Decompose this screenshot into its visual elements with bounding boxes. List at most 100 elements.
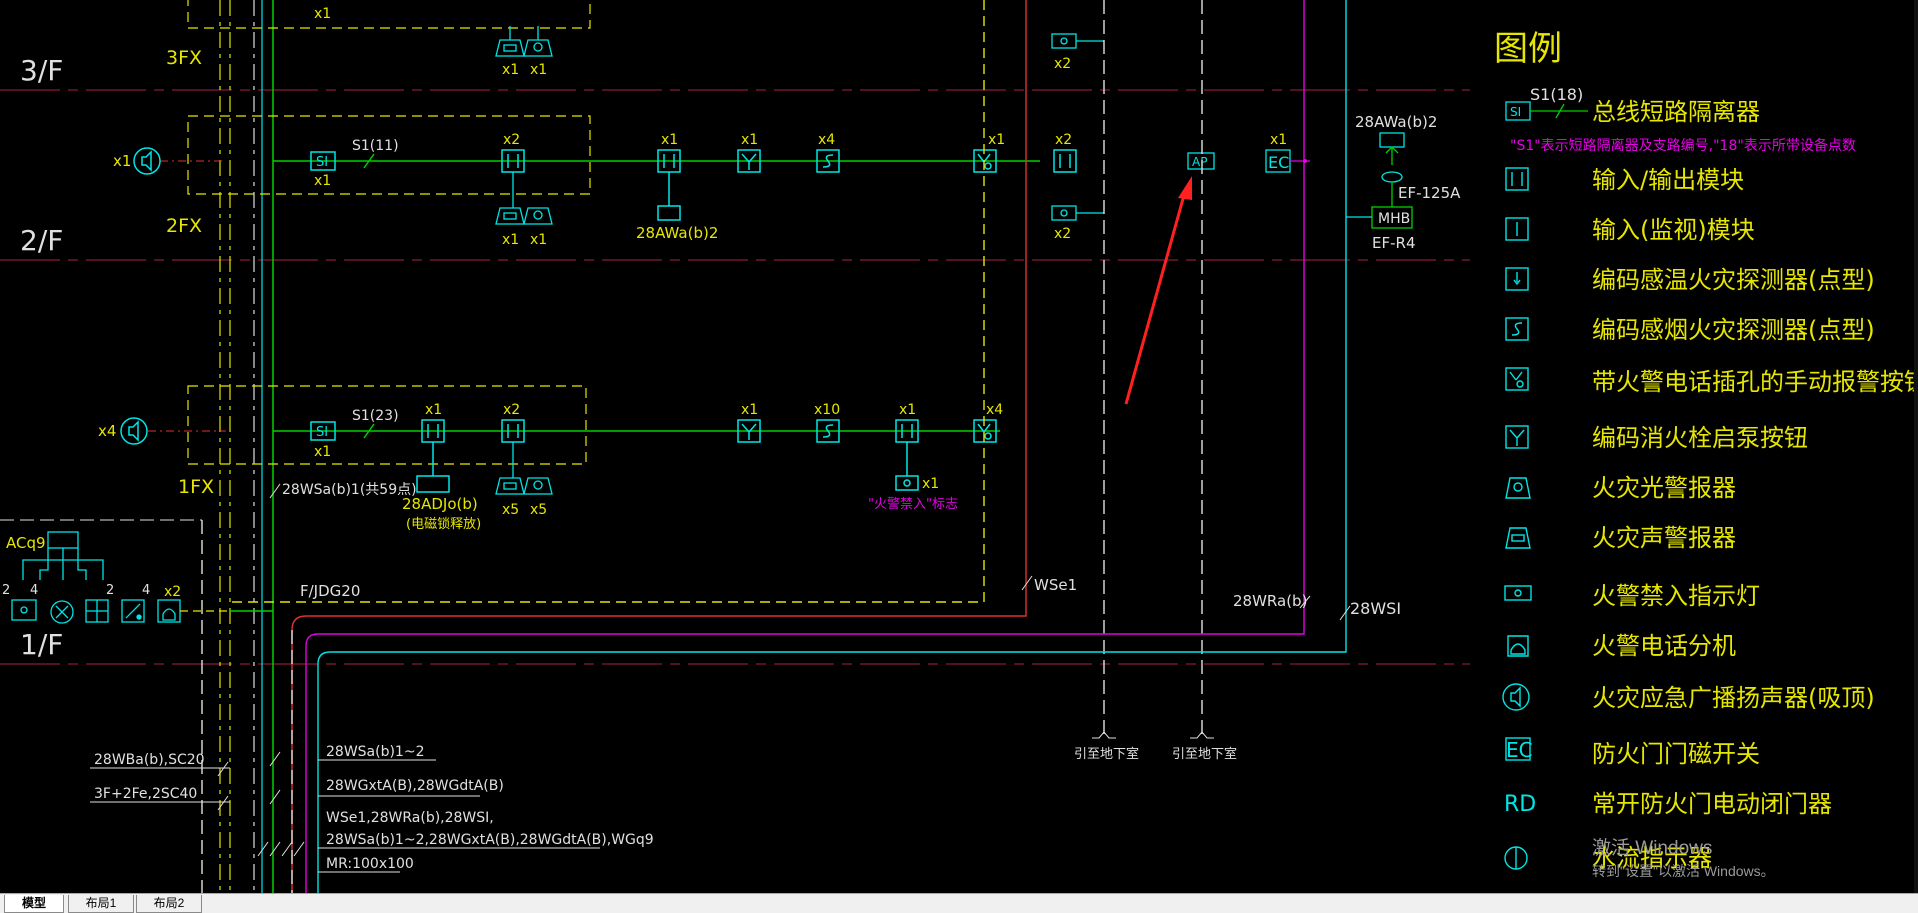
count-label: x1 bbox=[661, 132, 678, 148]
count-label: x2 bbox=[503, 402, 520, 418]
basement-leader-label: 引至地下室 bbox=[1172, 746, 1237, 762]
tab-layout2[interactable]: 布局2 bbox=[136, 895, 202, 913]
count-label: x1 bbox=[502, 232, 519, 248]
layout-tab-bar: 模型 布局1 布局2 bbox=[0, 893, 1918, 913]
floor-label-3f: 3/F bbox=[20, 54, 63, 87]
count-label: x1 bbox=[741, 402, 758, 418]
count-label: x1 bbox=[530, 232, 547, 248]
cable-label: WSe1,28WRa(b),28WSI, bbox=[326, 810, 494, 826]
isolator-label: SI bbox=[316, 155, 328, 170]
fire-alarm-system-drawing[interactable]: 3/F 2/F 1/F 3FX 2FX 1FX x1 x4 x1 x1 x1 S… bbox=[0, 0, 1918, 893]
legend-text: 编码感温火灾探测器(点型) bbox=[1592, 266, 1875, 294]
panel-label-3fx: 3FX bbox=[166, 47, 202, 69]
cable-label: 28WSa(b)1~2,28WGxtA(B),28WGdtA(B),WGq9 bbox=[326, 832, 654, 848]
tab-layout1[interactable]: 布局1 bbox=[68, 895, 134, 913]
speaker-icon bbox=[1502, 683, 1530, 711]
cable-label: 28WBa(b),SC20 bbox=[94, 752, 205, 768]
basement-leader-label: 引至地下室 bbox=[1074, 746, 1139, 762]
count-label: x1 bbox=[314, 6, 331, 22]
count-label: x10 bbox=[814, 402, 840, 418]
activation-watermark: 激活 Windows 转到"设置"以激活 Windows。 bbox=[1592, 838, 1912, 880]
count-label: x1 bbox=[1270, 132, 1287, 148]
legend-ec-symbol: EC bbox=[1506, 738, 1533, 762]
count-label: x5 bbox=[502, 502, 519, 518]
tab-model[interactable]: 模型 bbox=[4, 895, 64, 913]
forbid-light-icon bbox=[1504, 585, 1532, 601]
count-label: x2 bbox=[1055, 132, 1072, 148]
legend-isolator-symbol: SI bbox=[1510, 105, 1521, 119]
door-device-icon[interactable] bbox=[11, 599, 181, 624]
count-label: x1 bbox=[741, 132, 758, 148]
module-label: 28AWa(b)2 bbox=[1355, 113, 1437, 131]
branch-label: S1(23) bbox=[352, 408, 399, 424]
legend-note: "S1"表示短路隔离器及支路编号,"18"表示所带设备点数 bbox=[1510, 137, 1856, 154]
cable-label: 28WSI bbox=[1350, 599, 1401, 618]
watermark-title: 激活 Windows bbox=[1592, 838, 1713, 859]
speaker-icon[interactable] bbox=[133, 147, 161, 175]
alarm-pair-icon[interactable] bbox=[495, 442, 553, 495]
cad-model-space[interactable]: 3/F 2/F 1/F 3FX 2FX 1FX x1 x4 x1 x1 x1 S… bbox=[0, 0, 1918, 913]
cable-label: WSe1 bbox=[1034, 576, 1077, 594]
legend-text: 火警禁入指示灯 bbox=[1592, 582, 1760, 610]
legend-text: 火警电话分机 bbox=[1592, 632, 1736, 660]
efr4-label: EF-R4 bbox=[1372, 234, 1415, 252]
cable-label: 28WSa(b)1~2 bbox=[326, 744, 424, 760]
cable-label: 28WGxtA(B),28WGdtA(B) bbox=[326, 778, 504, 794]
legend-text: 编码消火栓启泵按钮 bbox=[1592, 424, 1808, 452]
legend-text: 火灾应急广播扬声器(吸顶) bbox=[1592, 684, 1875, 712]
count-label: x1 bbox=[113, 152, 131, 170]
count-label: x4 bbox=[986, 402, 1003, 418]
legend-text: 火灾光警报器 bbox=[1592, 474, 1736, 502]
legend-text: 常开防火门电动闭门器 bbox=[1592, 790, 1832, 818]
cable-label: MR:100x100 bbox=[326, 856, 414, 872]
panel-label-1fx: 1FX bbox=[178, 476, 214, 498]
cable-label: 3F+2Fe,2SC40 bbox=[94, 786, 197, 802]
count-label: x4 bbox=[818, 132, 835, 148]
isolator-label: SI bbox=[316, 425, 328, 440]
legend-code: S1(18) bbox=[1530, 85, 1583, 104]
legend-text: 输入(监视)模块 bbox=[1592, 216, 1755, 244]
count-label: 4 bbox=[142, 583, 150, 598]
legend-title: 图例 bbox=[1494, 29, 1562, 69]
legend-text: 总线短路隔离器 bbox=[1592, 98, 1760, 126]
count-label: x2 bbox=[1054, 226, 1071, 242]
forbid-sign-label: "火警禁入"标志 bbox=[868, 496, 958, 512]
ec-label: EC bbox=[1268, 153, 1289, 172]
mhb-label: MHB bbox=[1378, 211, 1410, 227]
module-note: (电磁锁释放) bbox=[406, 516, 481, 532]
panel-label-2fx: 2FX bbox=[166, 215, 202, 237]
vertical-scrollbar[interactable] bbox=[1914, 0, 1918, 893]
legend-text: 带火警电话插孔的手动报警按钮 bbox=[1592, 368, 1918, 396]
count-label: x2 bbox=[164, 584, 181, 600]
alarm-pair-icon[interactable] bbox=[495, 26, 553, 57]
count-label: x1 bbox=[314, 173, 331, 189]
legend-text: 防火门门磁开关 bbox=[1592, 740, 1760, 768]
left-risers bbox=[219, 0, 274, 893]
ap-label: AP bbox=[1192, 155, 1207, 169]
alarm-pair-icon[interactable] bbox=[495, 172, 553, 225]
legend-text: 输入/输出模块 bbox=[1592, 166, 1744, 194]
count-label: x1 bbox=[899, 402, 916, 418]
count-label: x1 bbox=[502, 62, 519, 78]
annotation-arrow-icon bbox=[1124, 176, 1192, 405]
floor-label-1f: 1/F bbox=[20, 628, 63, 661]
io-module-icon[interactable] bbox=[1053, 149, 1077, 173]
count-label: x1 bbox=[922, 476, 939, 492]
speaker-icon[interactable] bbox=[120, 417, 148, 445]
cable-label: F/JDG20 bbox=[300, 582, 360, 600]
acq9-label: ACq9 bbox=[6, 534, 46, 552]
legend-text: 火灾声警报器 bbox=[1592, 524, 1736, 552]
count-label: x2 bbox=[503, 132, 520, 148]
count-label: x1 bbox=[425, 402, 442, 418]
ef125a-label: EF-125A bbox=[1398, 184, 1461, 202]
cable-label: 28WSa(b)1(共59点) bbox=[282, 482, 417, 498]
watermark-subtitle: 转到"设置"以激活 Windows。 bbox=[1592, 863, 1775, 879]
io-module-icon bbox=[1505, 167, 1529, 191]
legend-rd-symbol: RD bbox=[1504, 792, 1536, 817]
module-label: 28AWa(b)2 bbox=[636, 224, 718, 242]
count-label: x4 bbox=[98, 422, 116, 440]
count-label: x1 bbox=[988, 132, 1005, 148]
legend-text: 编码感烟火灾探测器(点型) bbox=[1592, 316, 1875, 344]
count-label: x2 bbox=[1054, 56, 1071, 72]
count-label: 2 bbox=[2, 583, 10, 598]
